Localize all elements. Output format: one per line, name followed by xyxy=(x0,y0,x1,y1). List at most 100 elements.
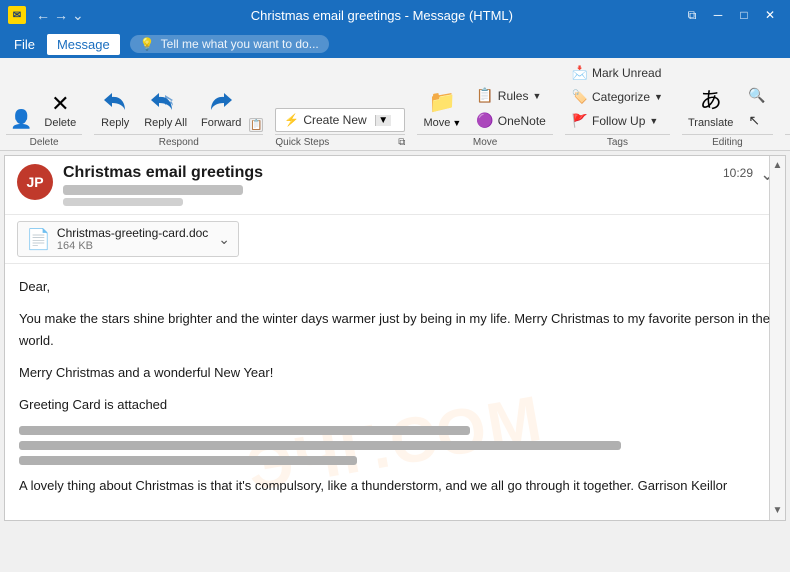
categorize-icon: 🏷️ xyxy=(572,89,588,105)
zoom-group-content: 🔍 Zoom xyxy=(785,62,790,132)
close-button[interactable]: ✕ xyxy=(758,5,782,25)
zoom-button[interactable]: 🔍 Zoom xyxy=(785,86,790,132)
attachment-file-icon: 📄 xyxy=(26,227,51,252)
attachment-info: Christmas-greeting-card.doc 164 KB xyxy=(57,226,208,252)
email-para1: You make the stars shine brighter and th… xyxy=(19,308,771,352)
follow-up-icon: 🚩 xyxy=(572,113,588,129)
respond-group-content: Reply Reply All Forward xyxy=(94,62,263,132)
restore-button[interactable]: ⧉ xyxy=(680,5,704,25)
nav-back-button[interactable]: ← xyxy=(36,7,50,24)
search-ribbon-icon: 🔍 xyxy=(748,87,765,104)
menu-file[interactable]: File xyxy=(4,34,45,55)
search-ribbon-button[interactable]: 🔍 xyxy=(741,84,772,107)
email-para3: Greeting Card is attached xyxy=(19,394,771,416)
delete-group-label: Delete xyxy=(6,134,82,148)
attachment-name: Christmas-greeting-card.doc xyxy=(57,226,208,240)
move-group-content: 📁 Move ▼ 📋 Rules ▼ 🟣 OneNote xyxy=(417,62,552,132)
ribbon-group-quicksteps: ⚡ Create New ▼ Quick Steps ⧉ xyxy=(275,62,405,148)
reply-all-label: Reply All xyxy=(144,117,187,129)
email-time: 10:29 xyxy=(723,166,753,180)
ribbon: 👤 ✕ Delete Delete Reply xyxy=(0,58,790,151)
email-container: JP Christmas email greetings 10:29 ⌄ 📄 C… xyxy=(4,155,786,521)
ribbon-group-delete: 👤 ✕ Delete Delete xyxy=(6,62,82,148)
move-icon: 📁 xyxy=(429,89,456,115)
tags-stack: 📩 Mark Unread 🏷️ Categorize ▼ 🚩 Follow U… xyxy=(565,62,670,132)
title-bar-nav[interactable]: ← → ⌄ xyxy=(36,7,84,24)
follow-up-arrow: ▼ xyxy=(649,116,658,126)
attachment-dropdown-icon[interactable]: ⌄ xyxy=(218,231,230,248)
zoom-group-label: Zoom xyxy=(785,134,790,148)
maximize-button[interactable]: □ xyxy=(732,5,756,25)
quick-steps-box: ⚡ Create New ▼ xyxy=(275,108,405,132)
editing-group-content: あ Translate 🔍 ↖ xyxy=(682,62,773,132)
person-button[interactable]: 👤 xyxy=(6,107,36,132)
quick-steps-arrow[interactable]: ▼ xyxy=(375,115,391,126)
delete-label: Delete xyxy=(44,117,76,129)
quicksteps-content: ⚡ Create New ▼ xyxy=(275,62,405,132)
reply-all-icon xyxy=(151,89,181,115)
translate-label: Translate xyxy=(688,117,733,129)
ribbon-group-move: 📁 Move ▼ 📋 Rules ▼ 🟣 OneNote Move xyxy=(417,62,552,148)
attachment-item[interactable]: 📄 Christmas-greeting-card.doc 164 KB ⌄ xyxy=(17,221,239,257)
minimize-button[interactable]: ─ xyxy=(706,5,730,25)
mark-unread-button[interactable]: 📩 Mark Unread xyxy=(565,62,670,84)
scroll-up-arrow[interactable]: ▲ xyxy=(771,158,785,173)
nav-forward-button[interactable]: → xyxy=(54,7,68,24)
categorize-button[interactable]: 🏷️ Categorize ▼ xyxy=(565,86,670,108)
mark-unread-label: Mark Unread xyxy=(592,66,661,80)
reply-label: Reply xyxy=(101,117,129,129)
tags-group-label: Tags xyxy=(565,134,670,148)
title-bar: ✉ ← → ⌄ Christmas email greetings - Mess… xyxy=(0,0,790,30)
blurred-section xyxy=(19,426,771,465)
translate-button[interactable]: あ Translate xyxy=(682,80,739,132)
onenote-button[interactable]: 🟣 OneNote xyxy=(469,109,552,132)
quick-steps-label: Quick Steps xyxy=(275,137,329,148)
email-header: JP Christmas email greetings 10:29 ⌄ xyxy=(5,156,785,215)
tell-me-input[interactable]: Tell me what you want to do... xyxy=(130,35,329,53)
email-para4: A lovely thing about Christmas is that i… xyxy=(19,475,771,497)
categorize-label: Categorize xyxy=(592,90,650,104)
attachment-size: 164 KB xyxy=(57,240,208,252)
onenote-icon: 🟣 xyxy=(476,112,493,129)
blurred-line-1 xyxy=(19,426,470,435)
forward-icon xyxy=(208,89,234,115)
move-label-row: Move ▼ xyxy=(423,117,461,129)
email-para2: Merry Christmas and a wonderful New Year… xyxy=(19,362,771,384)
recipient-email-blurred xyxy=(63,198,183,206)
delete-icon: ✕ xyxy=(51,93,69,115)
lightning-icon: ⚡ xyxy=(284,113,299,127)
create-new-label: Create New xyxy=(303,113,366,127)
email-greeting: Dear, xyxy=(19,276,771,298)
quick-steps-expand[interactable]: ⧉ xyxy=(398,137,405,148)
cursor-icon: ↖ xyxy=(748,112,760,129)
forward-button[interactable]: Forward xyxy=(195,86,247,132)
editing-group-label: Editing xyxy=(682,134,773,148)
follow-up-button[interactable]: 🚩 Follow Up ▼ xyxy=(565,110,670,132)
rules-label: Rules xyxy=(498,89,529,103)
tags-group-content: 📩 Mark Unread 🏷️ Categorize ▼ 🚩 Follow U… xyxy=(565,62,670,132)
attachment-area: 📄 Christmas-greeting-card.doc 164 KB ⌄ xyxy=(5,215,785,264)
cursor-button[interactable]: ↖ xyxy=(741,109,772,132)
ribbon-group-zoom: 🔍 Zoom Zoom xyxy=(785,62,790,148)
respond-more[interactable]: 📋 xyxy=(249,118,263,132)
app-icon: ✉ xyxy=(8,6,26,24)
sender-avatar: JP xyxy=(17,164,53,200)
nav-more-button[interactable]: ⌄ xyxy=(72,7,84,24)
follow-up-label: Follow Up xyxy=(592,114,645,128)
menu-message[interactable]: Message xyxy=(47,34,120,55)
move-dropdown-icon: ▼ xyxy=(452,118,461,128)
rules-button[interactable]: 📋 Rules ▼ xyxy=(469,84,552,107)
window-controls: ⧉ ─ □ ✕ xyxy=(680,5,782,25)
email-body: Dear, You make the stars shine brighter … xyxy=(5,264,785,520)
move-button[interactable]: 📁 Move ▼ xyxy=(417,86,467,132)
move-small-stack: 📋 Rules ▼ 🟣 OneNote xyxy=(469,84,552,132)
create-new-step[interactable]: ⚡ Create New xyxy=(276,109,374,131)
blurred-line-3 xyxy=(19,456,357,465)
email-header-info: Christmas email greetings xyxy=(63,164,773,206)
reply-button[interactable]: Reply xyxy=(94,86,136,132)
reply-all-button[interactable]: Reply All xyxy=(138,86,193,132)
move-group-label: Move xyxy=(417,134,552,148)
blurred-line-2 xyxy=(19,441,621,450)
delete-button[interactable]: ✕ Delete xyxy=(38,90,82,132)
editing-small-stack: 🔍 ↖ xyxy=(741,84,772,132)
